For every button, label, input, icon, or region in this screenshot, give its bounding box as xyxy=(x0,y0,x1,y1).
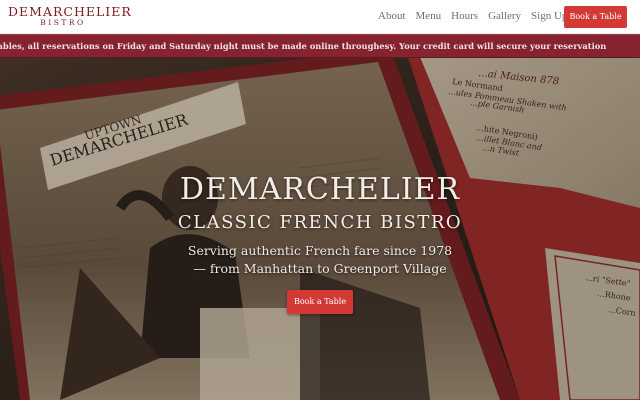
hero-book-table-button[interactable]: Book a Table xyxy=(287,290,353,314)
hero-subtitle: CLASSIC FRENCH BISTRO xyxy=(177,212,463,233)
main-nav: About Menu Hours Gallery Sign Up xyxy=(378,10,577,22)
nav-hours-link[interactable]: Hours xyxy=(451,10,478,22)
hero-section: UPTOWN DEMARCHELIER ...ai Maison 878 Le … xyxy=(0,58,640,400)
nav-gallery-link[interactable]: Gallery xyxy=(488,10,521,22)
announcement-text: lows and the limited number of tables, a… xyxy=(0,41,607,51)
brand-subtitle: BISTRO xyxy=(40,18,86,27)
nav-signup-link[interactable]: Sign Up xyxy=(531,10,567,22)
hero-title: DEMARCHELIER xyxy=(179,172,461,207)
site-header: DEMARCHELIER BISTRO About Menu Hours Gal… xyxy=(0,0,640,34)
hero-tagline-line-1: Serving authentic French fare since 1978 xyxy=(187,243,453,258)
nav-about-link[interactable]: About xyxy=(378,10,406,22)
brand-logo[interactable]: DEMARCHELIER BISTRO xyxy=(8,4,132,28)
hero-tagline-line-2: — from Manhattan to Greenport Village xyxy=(193,261,447,276)
nav-menu-link[interactable]: Menu xyxy=(416,10,442,22)
announcement-bar: lows and the limited number of tables, a… xyxy=(0,34,640,58)
header-book-table-button[interactable]: Book a Table xyxy=(564,6,627,28)
brand-name: DEMARCHELIER xyxy=(8,4,132,19)
